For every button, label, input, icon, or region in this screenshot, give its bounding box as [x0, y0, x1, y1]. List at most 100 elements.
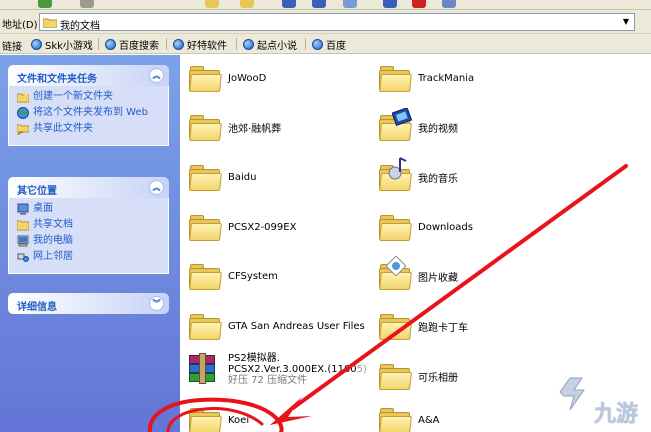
details-header[interactable]: 详细信息 ︾ [8, 293, 169, 314]
views-button[interactable] [442, 0, 456, 8]
address-field[interactable]: 我的文档 ▼ [39, 13, 635, 32]
file-tasks-header[interactable]: 文件和文件夹任务 ︽ [8, 65, 169, 86]
desktop-icon [17, 203, 29, 215]
archive-label-block: PS2模拟器. PCSX2.Ver.3.000EX.(11005) 好压 72 … [228, 353, 367, 386]
folder-my-pictures[interactable]: 图片收藏 [378, 256, 458, 291]
globe-icon [17, 107, 29, 119]
folder-icon [188, 405, 222, 432]
links-label: 链接 [2, 42, 22, 53]
folder-jowood[interactable]: JoWooD [188, 63, 266, 93]
file-tasks-title: 文件和文件夹任务 [17, 74, 97, 85]
toolbar [0, 0, 651, 10]
folder-kele-album[interactable]: 可乐相册 [378, 361, 458, 391]
other-places-header[interactable]: 其它位置 ︽ [8, 177, 169, 198]
folder-trackmania[interactable]: TrackMania [378, 63, 474, 93]
new-folder-icon [16, 91, 30, 103]
folder-downloads[interactable]: Downloads [378, 212, 473, 242]
ie-icon [243, 38, 254, 50]
place-my-computer[interactable]: 我的电脑 [17, 235, 160, 247]
folder-a-and-a[interactable]: A&A [378, 405, 439, 432]
link-label: Skk小游戏 [45, 40, 93, 52]
links-bar: 链接 Skk小游戏 百度搜索 好特软件 起点小说 百度 [0, 34, 651, 54]
folders-button[interactable] [240, 0, 254, 8]
task-publish-web[interactable]: 将这个文件夹发布到 Web [17, 107, 160, 119]
forward-button[interactable] [80, 0, 94, 8]
archive-type: 好压 72 压缩文件 [228, 375, 308, 386]
file-tasks-panel: 文件和文件夹任务 ︽ 创建一个新文件夹 将这个文件夹发布到 Web 共享此文件夹 [8, 65, 169, 146]
link-skk-games[interactable]: Skk小游戏 [28, 36, 96, 52]
folder-icon [188, 212, 222, 242]
folder-icon [188, 63, 222, 93]
folder-baidu[interactable]: Baidu [188, 162, 256, 192]
archive-name: PS2模拟器. [228, 353, 280, 364]
link-label: 好特软件 [187, 40, 227, 52]
link-baidu[interactable]: 百度 [305, 36, 349, 52]
folder-label: JoWooD [228, 72, 267, 84]
link-haote-software[interactable]: 好特软件 [166, 36, 230, 52]
other-places-title: 其它位置 [17, 186, 57, 197]
link-baidu-search[interactable]: 百度搜索 [98, 36, 162, 52]
folder-cfsystem[interactable]: CFSystem [188, 261, 278, 291]
network-icon [17, 251, 29, 263]
move-to-button[interactable] [312, 0, 326, 8]
folder-kart-rider[interactable]: 跑跑卡丁车 [378, 311, 468, 341]
folder-icon [378, 405, 412, 432]
delete-button[interactable] [412, 0, 426, 8]
folder-label: TrackMania [418, 72, 475, 84]
copy-to-button[interactable] [343, 0, 357, 8]
details-panel: 详细信息 ︾ [8, 293, 169, 314]
folder-label: 我的视频 [418, 123, 458, 135]
ie-icon [31, 38, 42, 50]
folder-icon [188, 311, 222, 341]
link-label: 百度 [326, 40, 346, 52]
folder-label: A&A [418, 414, 440, 426]
file-list: JoWooD 池郊·融帆葬 Baidu PCSX2-099EX CFSystem… [180, 55, 651, 432]
collapse-chevron-icon[interactable]: ︽ [149, 68, 164, 83]
undo-button[interactable] [383, 0, 397, 8]
folder-label: Koei [228, 414, 250, 426]
separator [166, 38, 167, 50]
place-shared-docs[interactable]: 共享文档 [16, 219, 160, 231]
computer-icon [17, 235, 29, 247]
folder-label: Baidu [228, 171, 257, 183]
folder-koei[interactable]: Koei [188, 405, 249, 432]
details-title: 详细信息 [17, 302, 57, 313]
task-label: 将这个文件夹发布到 Web [33, 107, 148, 118]
collapse-chevron-icon[interactable]: ︽ [149, 180, 164, 195]
place-label: 我的电脑 [33, 235, 73, 246]
watermark-text: 九游 [594, 402, 639, 427]
link-qidian-novel[interactable]: 起点小说 [236, 36, 300, 52]
place-desktop[interactable]: 桌面 [17, 203, 160, 215]
shared-folder-icon [16, 123, 30, 136]
task-pane: 文件和文件夹任务 ︽ 创建一个新文件夹 将这个文件夹发布到 Web 共享此文件夹… [0, 55, 180, 432]
folder-label: 池郊·融帆葬 [228, 123, 282, 135]
folder-item-2[interactable]: 池郊·融帆葬 [188, 112, 281, 142]
ie-icon [105, 38, 116, 50]
folder-my-videos[interactable]: 我的视频 [378, 108, 458, 142]
folder-pcsx2[interactable]: PCSX2-099EX [188, 212, 296, 242]
place-label: 共享文档 [33, 219, 73, 230]
expand-chevron-icon[interactable]: ︾ [149, 296, 164, 311]
folder-label: CFSystem [228, 270, 278, 282]
folder-label: 可乐相册 [418, 372, 458, 384]
back-button[interactable] [38, 0, 52, 8]
folder-gta-user-files[interactable]: GTA San Andreas User Files [188, 311, 365, 341]
archive-ps2-emulator[interactable]: PS2模拟器. PCSX2.Ver.3.000EX.(11005) 好压 72 … [186, 353, 367, 387]
place-label: 网上邻居 [33, 251, 73, 262]
folder-icon [188, 112, 222, 142]
archive-subtitle: PCSX2.Ver.3.000EX.(11005) [228, 364, 367, 375]
folder-my-music[interactable]: 我的音乐 [378, 157, 458, 192]
folder-icon [378, 63, 412, 93]
address-bar: 地址(D) 我的文档 ▼ [0, 10, 651, 34]
up-folder-button[interactable] [205, 0, 219, 8]
link-label: 百度搜索 [119, 40, 159, 52]
place-network[interactable]: 网上邻居 [17, 251, 160, 263]
archive-icon [186, 353, 220, 387]
ie-icon [173, 38, 184, 50]
task-share-folder[interactable]: 共享此文件夹 [16, 123, 160, 136]
task-new-folder[interactable]: 创建一个新文件夹 [16, 91, 160, 103]
cut-icon[interactable] [282, 0, 296, 8]
chevron-down-icon[interactable]: ▼ [619, 15, 633, 29]
pictures-folder-icon [378, 256, 412, 291]
address-label: 地址(D) [2, 20, 38, 31]
